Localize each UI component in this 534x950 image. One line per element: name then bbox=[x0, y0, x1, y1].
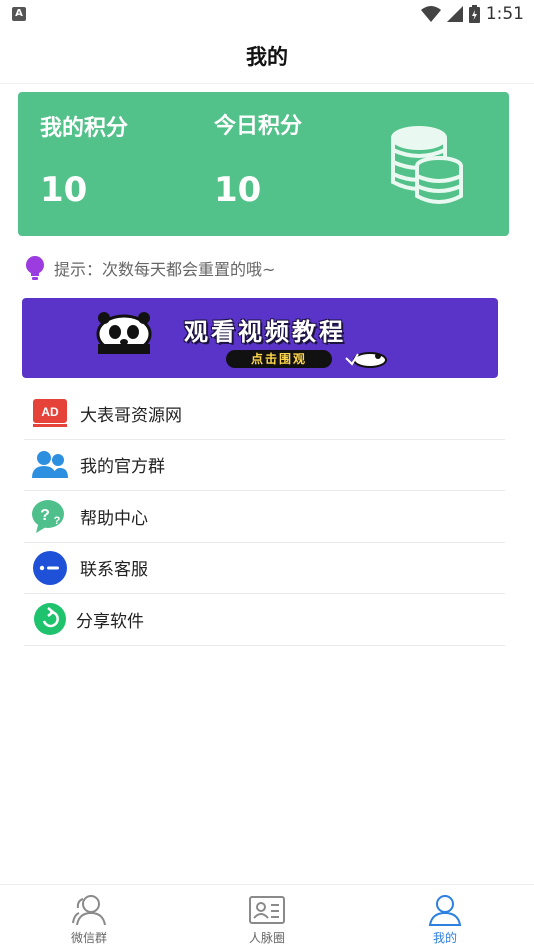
menu-item-label: 分享软件 bbox=[76, 611, 144, 632]
svg-text:AD: AD bbox=[41, 405, 59, 419]
chat-icon bbox=[32, 550, 68, 586]
menu-item-label: 我的官方群 bbox=[80, 457, 165, 478]
menu-item-share-app[interactable]: 分享软件 bbox=[24, 594, 505, 646]
banner-title: 观看视频教程 bbox=[184, 318, 346, 346]
menu-item-resources[interactable]: AD 大表哥资源网 bbox=[24, 388, 505, 440]
status-time: 1:51 bbox=[485, 4, 524, 24]
my-points-block: 我的积分 10 bbox=[40, 110, 128, 210]
help-icon: ?? bbox=[32, 498, 68, 534]
contacts-card-icon bbox=[249, 896, 285, 924]
menu-item-help-center[interactable]: ?? 帮助中心 bbox=[24, 491, 505, 543]
menu-item-official-group[interactable]: 我的官方群 bbox=[24, 440, 505, 491]
signal-icon bbox=[446, 6, 463, 22]
wifi-icon bbox=[420, 6, 441, 22]
banner-cta: 点击围观 bbox=[226, 350, 332, 368]
my-points-label: 我的积分 bbox=[40, 116, 129, 141]
svg-text:?: ? bbox=[54, 515, 61, 527]
panda-small-icon bbox=[345, 352, 387, 368]
nav-label: 我的 bbox=[432, 931, 457, 945]
menu-item-label: 联系客服 bbox=[80, 560, 148, 581]
svg-text:?: ? bbox=[40, 507, 50, 524]
tip-text: 提示：次数每天都会重置的哦~ bbox=[54, 260, 276, 279]
today-points-value: 10 bbox=[214, 170, 262, 210]
menu-item-label: 帮助中心 bbox=[80, 508, 148, 529]
today-points-block: 今日积分 10 bbox=[214, 108, 302, 210]
header: 我的 bbox=[0, 28, 534, 84]
nav-tab-wechat-groups[interactable]: 微信群 bbox=[0, 885, 178, 950]
share-icon bbox=[32, 601, 68, 637]
menu-item-label: 大表哥资源网 bbox=[80, 405, 182, 426]
menu-list: AD 大表哥资源网 我的官方群 ?? 帮助中心 联系客服 分享软件 bbox=[24, 388, 505, 646]
nav-label: 微信群 bbox=[70, 931, 107, 945]
today-points-label: 今日积分 bbox=[214, 114, 303, 139]
status-bar: A 1:51 bbox=[0, 0, 534, 28]
lightbulb-icon bbox=[26, 256, 44, 280]
my-points-value: 10 bbox=[40, 170, 88, 210]
battery-icon bbox=[468, 5, 480, 23]
group-icon bbox=[32, 447, 68, 483]
bottom-nav: 微信群 人脉圈 我的 bbox=[0, 884, 534, 950]
page-title: 我的 bbox=[246, 44, 288, 69]
wechat-group-icon bbox=[72, 895, 106, 926]
video-tutorial-banner[interactable]: 观看视频教程 点击围观 bbox=[22, 298, 498, 378]
nav-tab-mine[interactable]: 我的 bbox=[356, 885, 534, 950]
status-icons: 1:51 bbox=[420, 4, 524, 24]
coins-icon bbox=[391, 126, 463, 204]
tip: 提示：次数每天都会重置的哦~ bbox=[24, 254, 275, 282]
profile-icon bbox=[428, 895, 462, 926]
notification-a-icon: A bbox=[12, 7, 26, 21]
ad-icon: AD bbox=[32, 395, 68, 431]
menu-item-contact-service[interactable]: 联系客服 bbox=[24, 543, 505, 594]
panda-icon bbox=[96, 312, 152, 354]
points-card: 我的积分 10 今日积分 10 bbox=[18, 92, 509, 236]
nav-tab-contacts[interactable]: 人脉圈 bbox=[178, 885, 356, 950]
nav-label: 人脉圈 bbox=[248, 931, 285, 945]
